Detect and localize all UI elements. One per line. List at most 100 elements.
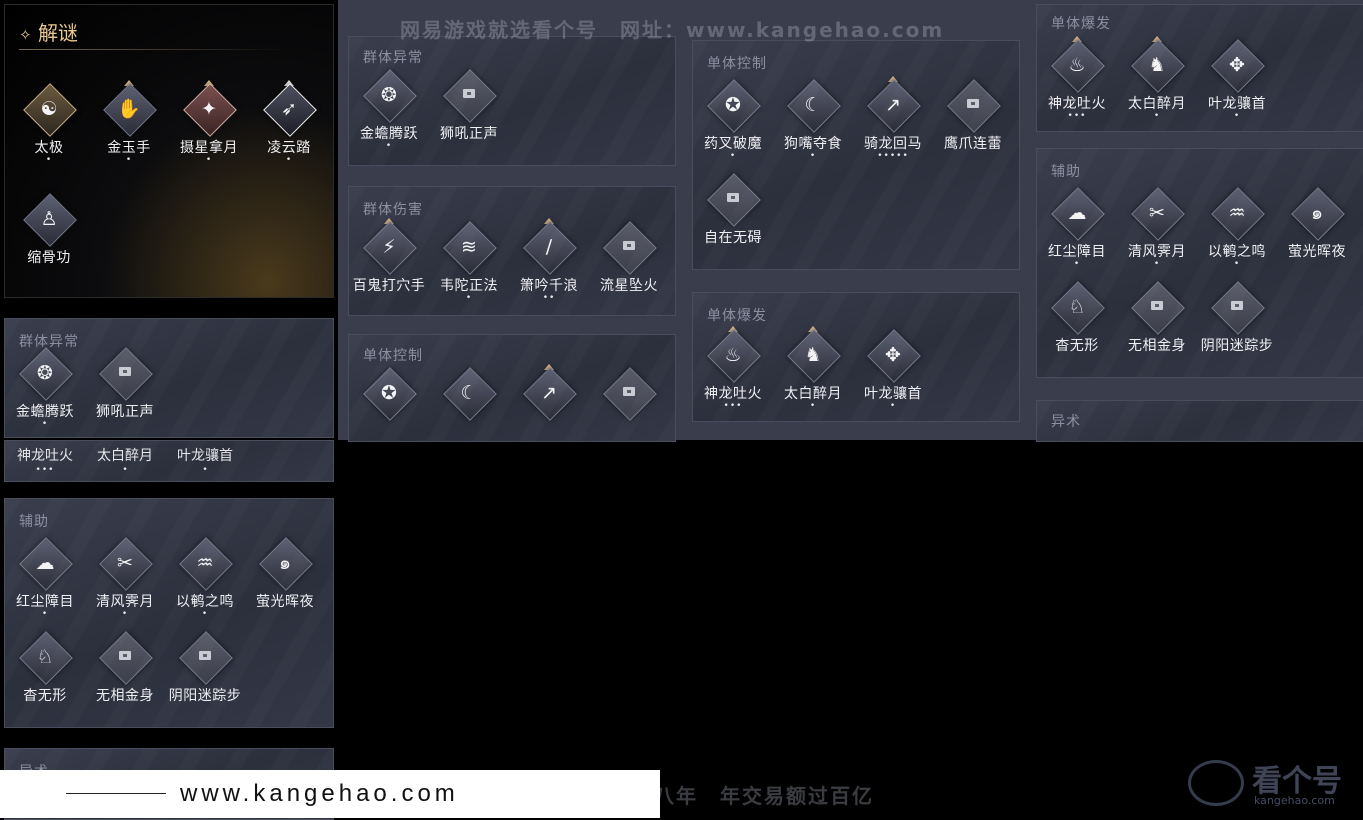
- slash-icon: ☾: [460, 382, 478, 404]
- single-burst-panel: 单体爆发 ♨ 神龙吐火 ••• ♞ 太白醉月 • ✥ 叶龙骧首 •: [692, 292, 1020, 422]
- skill-hongchen[interactable]: ☁ 红尘障目 •: [5, 535, 85, 631]
- skill-yingguang[interactable]: ๑ 萤光晖夜: [245, 535, 325, 631]
- group-damage-panel: 群体伤害 ⚡ 百鬼打穴手 ≋ 韦陀正法 • ∕ 箫吟千浪 •• 流星坠火: [348, 186, 676, 316]
- skill-liuxing[interactable]: 流星坠火: [589, 219, 669, 315]
- skill-yihe[interactable]: ♒ 以鹌之鸣 •: [1197, 185, 1277, 281]
- skill-label-taibai[interactable]: 太白醉月 •: [85, 445, 165, 475]
- palm-icon: ✋: [117, 98, 141, 120]
- swirl-icon: ๑: [1310, 202, 1324, 224]
- section-title: 群体异常: [363, 50, 423, 66]
- footer-url: www.kangehao.com: [180, 780, 459, 807]
- skill-weituo[interactable]: ≋ 韦陀正法 •: [429, 219, 509, 315]
- lock-icon: [463, 89, 475, 98]
- skill-taibai[interactable]: ♞ 太白醉月 •: [773, 326, 853, 421]
- section-title: 辅助: [19, 514, 49, 530]
- section-title: 辅助: [1051, 164, 1081, 180]
- eye-logo-icon: [1188, 760, 1244, 806]
- puzzle-title: ✧ 解谜: [19, 21, 78, 45]
- bird-icon: ♒: [196, 552, 214, 574]
- dragon-icon: ♨: [724, 344, 742, 366]
- strike-icon: ⚡: [382, 236, 396, 258]
- skill-shihou[interactable]: 狮吼正声: [429, 67, 509, 163]
- skill-zizai[interactable]: 自在无碍: [693, 171, 773, 267]
- toad-icon: ❂: [381, 84, 397, 106]
- wind-icon: ✂: [1149, 202, 1165, 224]
- skill-shexingnayue[interactable]: ✦ 摄星拿月 •: [169, 80, 249, 177]
- single-control-panel-partial: 单体控制 ✪ ☾ ↗: [348, 334, 676, 442]
- leap-icon: ➶: [281, 98, 297, 120]
- spear-icon: ↗: [541, 382, 557, 404]
- skill-taibai[interactable]: ♞ 太白醉月 •: [1117, 36, 1197, 131]
- dust-icon: ☁: [1067, 202, 1087, 224]
- lock-icon: [119, 651, 131, 660]
- skill-qingfeng[interactable]: ✂ 清风霁月 •: [85, 535, 165, 631]
- skill-yaowuxing[interactable]: ♘ 杳无形: [1037, 279, 1117, 375]
- skill-yingguang[interactable]: ๑ 萤光晖夜: [1277, 185, 1357, 281]
- skill-yinyang[interactable]: 阴阳迷踪步: [1197, 279, 1277, 375]
- skill-qilong[interactable]: ↗ 骑龙回马 •••••: [853, 76, 933, 173]
- wave-icon: ≋: [461, 236, 477, 258]
- vanish-icon: ♘: [36, 646, 54, 668]
- skill-yelong[interactable]: ✥ 叶龙骧首 •: [853, 327, 933, 421]
- skill-jinyushou[interactable]: ✋ 金玉手 •: [89, 80, 169, 177]
- section-title: 单体爆发: [707, 308, 767, 324]
- skill-yinyang[interactable]: 阴阳迷踪步: [165, 629, 245, 725]
- watermark-top: 网易游戏就选看个号 网址：www.kangehao.com: [400, 18, 945, 42]
- skill-qingfeng[interactable]: ✂ 清风霁月 •: [1117, 185, 1197, 281]
- skill-suogugong[interactable]: ♙ 缩骨功: [9, 191, 89, 287]
- skill-wuxiang[interactable]: 无相金身: [85, 629, 165, 725]
- single-control-panel: 单体控制 ✪ 药叉破魔 • ☾ 狗嘴夺食 • ↗ 骑龙回马 ••••• 鹰爪连蕾…: [692, 40, 1020, 270]
- skill-jinchan[interactable]: ❂ 金蟾腾跃 •: [349, 67, 429, 163]
- skill-xiaoyin[interactable]: ∕ 箫吟千浪 ••: [509, 218, 589, 315]
- skill-yingzhao-partial[interactable]: [589, 365, 669, 441]
- taiji-icon: ☯: [40, 98, 58, 120]
- skill-taiji[interactable]: ☯ 太极 •: [9, 81, 89, 177]
- skill-lingyunta[interactable]: ➶ 凌云踏 •: [249, 80, 329, 177]
- skill-shenlong[interactable]: ♨ 神龙吐火 •••: [1037, 36, 1117, 131]
- group-abnormal-panel: 群体异常 ❂ 金蟾腾跃 • 狮吼正声: [348, 36, 676, 166]
- footer-strip: www.kangehao.com: [0, 770, 660, 818]
- group-abnormal-panel-left: 群体异常 ❂ 金蟾腾跃 • 狮吼正声: [4, 318, 334, 438]
- lock-icon: [119, 367, 131, 376]
- bottom-panel-right: 异术: [1036, 400, 1363, 442]
- skill-yaowuxing[interactable]: ♘ 杳无形: [5, 629, 85, 725]
- lock-icon: [1231, 301, 1243, 310]
- skill-yelong[interactable]: ✥ 叶龙骧首 •: [1197, 37, 1277, 131]
- skill-gouzui[interactable]: ☾ 狗嘴夺食 •: [773, 77, 853, 173]
- section-title: 单体控制: [363, 348, 423, 364]
- skill-label-yelong[interactable]: 叶龙骧首 •: [165, 445, 245, 475]
- burst-partial-panel-left: 神龙吐火 ••• 太白醉月 • 叶龙骧首 •: [4, 440, 334, 482]
- lock-icon: [623, 387, 635, 396]
- section-title: 异术: [1051, 414, 1081, 430]
- kick-icon: ✥: [1229, 54, 1245, 76]
- skill-baigui[interactable]: ⚡ 百鬼打穴手: [349, 218, 429, 315]
- skill-hongchen[interactable]: ☁ 红尘障目 •: [1037, 185, 1117, 281]
- watermark-logo: 看个号 kangehao.com: [1188, 752, 1358, 812]
- lock-icon: [967, 99, 979, 108]
- skill-gouzui-partial[interactable]: ☾: [429, 365, 509, 441]
- skill-shenlong[interactable]: ♨ 神龙吐火 •••: [693, 326, 773, 421]
- skill-yihe[interactable]: ♒ 以鹌之鸣 •: [165, 535, 245, 631]
- slash-icon: ☾: [804, 94, 822, 116]
- skill-yaocha[interactable]: ✪ 药叉破魔 •: [693, 77, 773, 173]
- skill-yaocha-partial[interactable]: ✪: [349, 365, 429, 441]
- skill-wuxiang[interactable]: 无相金身: [1117, 279, 1197, 375]
- spear-icon: ↗: [885, 94, 901, 116]
- lock-icon: [623, 241, 635, 250]
- star-icon: ✧: [19, 26, 32, 44]
- flute-icon: ∕: [545, 236, 553, 258]
- bird-icon: ♒: [1228, 202, 1246, 224]
- skill-shihou[interactable]: 狮吼正声: [85, 345, 165, 437]
- kick-icon: ✥: [885, 344, 901, 366]
- skill-jinchan[interactable]: ❂ 金蟾腾跃 •: [5, 345, 85, 437]
- dust-icon: ☁: [35, 552, 55, 574]
- skill-label-shenlong[interactable]: 神龙吐火 •••: [5, 445, 85, 475]
- vanish-icon: ♘: [1068, 296, 1086, 318]
- drunk-icon: ♞: [804, 344, 822, 366]
- dragon-icon: ♨: [1068, 54, 1086, 76]
- skill-qilong-partial[interactable]: ↗: [509, 364, 589, 441]
- section-title: 单体爆发: [1051, 16, 1111, 32]
- skill-yingzhao[interactable]: 鹰爪连蕾: [933, 77, 1013, 173]
- lock-icon: [199, 651, 211, 660]
- support-panel-left: 辅助 ☁ 红尘障目 • ✂ 清风霁月 • ♒ 以鹌之鸣 • ๑ 萤光晖夜 ♘ 杳…: [4, 498, 334, 728]
